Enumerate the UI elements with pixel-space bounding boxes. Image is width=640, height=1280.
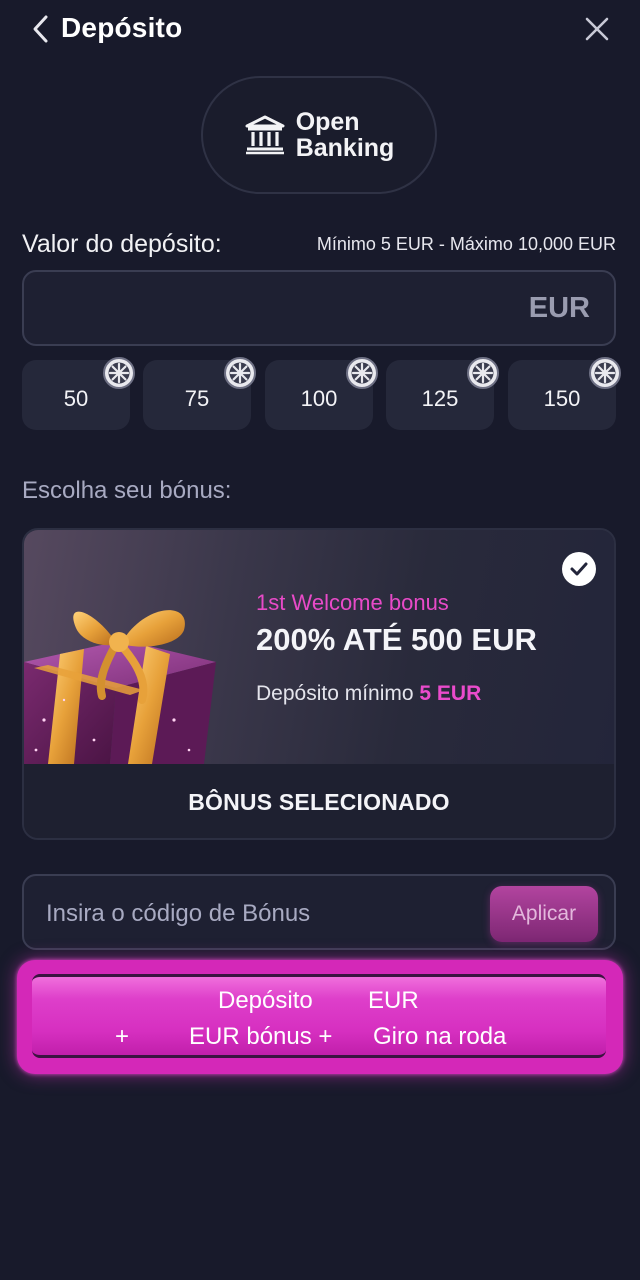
back-button[interactable] [26,10,56,48]
payment-method-open-banking[interactable]: Open Banking [201,76,437,194]
deposit-amount-input[interactable] [38,286,508,330]
deposit-submit-inner: Depósito EUR + EUR bónus + Giro na roda [32,974,606,1058]
wheel-icon [103,357,135,389]
quick-amount-150[interactable]: 150 [508,357,621,430]
bonus-status: BÔNUS SELECIONADO [188,788,450,815]
wheel-icon [224,357,256,389]
bonus-eyebrow: 1st Welcome bonus [256,590,449,615]
quick-amounts: 50 75 100 125 150 [22,357,622,434]
chevron-left-icon [33,15,48,43]
page-title: Depósito [61,12,183,43]
quick-amount-50[interactable]: 50 [22,357,135,430]
bonus-code-input[interactable] [46,894,476,934]
bonus-min-prefix: Depósito mínimo [256,682,414,705]
wheel-icon [589,357,621,389]
bank-icon [245,115,285,155]
bonus-title: 200% ATÉ 500 EUR [256,622,537,657]
bonus-card[interactable]: 1st Welcome bonus 200% ATÉ 500 EUR Depós… [22,528,616,840]
bonus-heading: Escolha seu bónus: [22,477,232,504]
cta-wheel-part: Giro na roda [373,1023,507,1050]
cta-plus: + [115,1023,130,1050]
cta-bonus-part: EUR bónus + [189,1023,333,1050]
close-button[interactable] [580,12,614,46]
apply-code-button[interactable]: Aplicar [490,886,598,942]
deposit-limits: Mínimo 5 EUR - Máximo 10,000 EUR [316,234,616,254]
cta-deposit-word: Depósito [218,987,313,1014]
payment-method-label: Open Banking [295,108,395,162]
gift-icon [24,610,216,764]
bonus-status-bar: BÔNUS SELECIONADO [24,764,614,838]
close-icon [585,17,609,41]
bonus-card-banner: 1st Welcome bonus 200% ATÉ 500 EUR Depós… [24,530,614,764]
apply-code-label: Aplicar [511,902,577,925]
currency-suffix: EUR [528,292,590,324]
wheel-icon [467,357,499,389]
deposit-amount-label: Valor do depósito: [22,230,222,258]
quick-amount-125[interactable]: 125 [386,357,499,430]
deposit-amount-field: EUR [22,270,616,346]
bonus-code-field: Aplicar [22,874,616,950]
deposit-submit-button[interactable]: Depósito EUR + EUR bónus + Giro na roda [17,960,623,1074]
quick-amount-75[interactable]: 75 [143,357,256,430]
bonus-min-deposit: Depósito mínimo 5 EUR [256,682,481,706]
cta-deposit-currency: EUR [368,987,419,1014]
wheel-icon [346,357,378,389]
quick-amount-100[interactable]: 100 [265,357,378,430]
header: Depósito [0,0,640,58]
check-icon [562,552,596,586]
bonus-min-value: 5 EUR [419,682,482,705]
